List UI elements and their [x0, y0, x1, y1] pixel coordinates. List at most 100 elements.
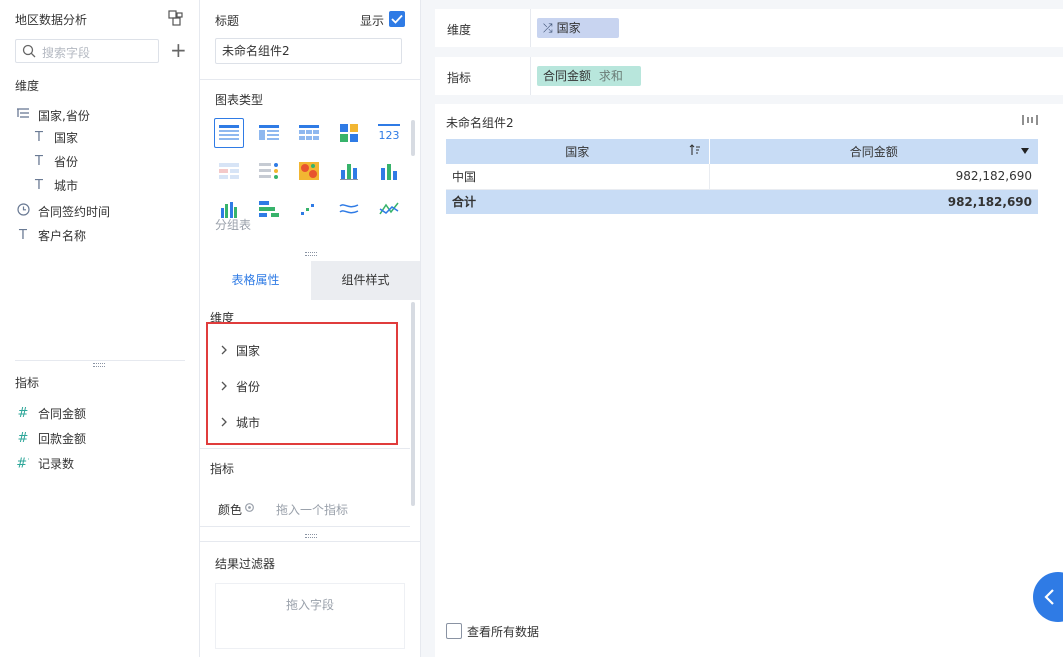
chevron-right-icon [220, 344, 228, 358]
gear-icon[interactable] [244, 502, 255, 516]
hash-icon: # [17, 405, 29, 421]
dimension-list-highlight: 国家 省份 城市 [206, 322, 398, 445]
resize-handle[interactable] [305, 252, 317, 256]
chart-type-line-icon[interactable] [374, 194, 404, 224]
field-search-input[interactable]: 搜索字段 [15, 39, 159, 63]
field-label: 合同签约时间 [38, 204, 111, 219]
metric-pill-contract-amount[interactable]: 合同金额 求和 [537, 66, 641, 86]
shuffle-icon: ⤮ [543, 21, 553, 35]
divider [530, 9, 531, 47]
show-title-checkbox[interactable] [389, 11, 405, 27]
view-all-data-label: 查看所有数据 [467, 625, 540, 639]
dimension-group-geo[interactable]: 国家,省份 [15, 106, 90, 124]
dimension-shelf[interactable]: 维度 ⤮ 国家 [435, 9, 1063, 47]
column-header-label: 合同金额 [849, 145, 898, 159]
chart-type-hint: 分组表 [215, 218, 252, 232]
view-all-data-checkbox[interactable] [446, 623, 462, 639]
chart-type-heat-table-icon[interactable] [214, 156, 244, 186]
table-header-row: 国家 合同金额 [446, 139, 1038, 164]
field-item-city[interactable]: T 城市 [31, 176, 78, 194]
field-item-record-count[interactable]: #· 记录数 [15, 454, 74, 472]
color-label: 颜色 [218, 503, 243, 517]
text-type-icon: T [35, 177, 43, 193]
table-total-row: 合计 982,182,690 [446, 189, 1038, 214]
chart-type-indicator-table-icon[interactable] [254, 156, 284, 186]
field-item-province[interactable]: T 省份 [31, 152, 78, 170]
field-item-contract-amount[interactable]: # 合同金额 [15, 404, 86, 422]
chart-type-cross-table-icon[interactable] [294, 118, 324, 148]
dimension-item-label: 国家 [236, 344, 261, 358]
chart-type-heatmap-icon[interactable] [294, 156, 324, 186]
hash-icon: # [17, 430, 29, 446]
chart-type-horizontal-bar-icon[interactable] [254, 194, 284, 224]
chart-type-color-table-icon[interactable] [334, 118, 364, 148]
dimension-item-country[interactable]: 国家 [220, 342, 260, 359]
field-label: 合同金额 [38, 406, 87, 421]
divider [530, 57, 531, 95]
chart-type-bar-icon[interactable] [374, 156, 404, 186]
chart-type-scatter-icon[interactable] [294, 194, 324, 224]
field-item-country[interactable]: T 国家 [31, 128, 78, 146]
table-cell-amount: 982,182,690 [709, 164, 1038, 190]
tab-component-style[interactable]: 组件样式 [311, 261, 420, 300]
field-item-payment-amount[interactable]: # 回款金额 [15, 429, 86, 447]
svg-text:123: 123 [379, 129, 400, 142]
dimension-item-city[interactable]: 城市 [220, 414, 260, 431]
field-item-customer[interactable]: T 客户名称 [15, 226, 86, 244]
hash-calc-icon: #· [16, 454, 30, 472]
field-label: 回款金额 [38, 431, 87, 446]
column-header-amount[interactable]: 合同金额 [709, 139, 1038, 164]
dataset-title: 地区数据分析 [15, 13, 88, 27]
metric-section-label: 指标 [210, 462, 235, 476]
resize-handle[interactable] [305, 534, 317, 538]
table-widget: 未命名组件2 国家 合同金额 中国 982,182,690 合计 982,182… [435, 104, 1063, 657]
dimension-section-label: 维度 [15, 79, 40, 93]
color-config-row[interactable]: 颜色 拖入一个指标 [210, 490, 410, 526]
filter-drop-zone[interactable]: 拖入字段 [215, 583, 405, 649]
chart-type-group-table-icon[interactable] [214, 118, 244, 148]
metric-shelf-label: 指标 [447, 71, 472, 85]
metric-shelf[interactable]: 指标 合同金额 求和 [435, 57, 1063, 95]
hierarchy-icon [15, 107, 31, 123]
data-table: 国家 合同金额 中国 982,182,690 合计 982,182,690 [446, 139, 1038, 214]
field-label: 国家 [54, 130, 79, 145]
tab-table-properties[interactable]: 表格属性 [200, 261, 311, 300]
sort-icon[interactable] [689, 144, 701, 159]
divider [200, 448, 410, 449]
search-placeholder: 搜索字段 [42, 46, 91, 60]
property-tabs: 表格属性 组件样式 [200, 261, 421, 300]
title-input[interactable]: 未命名组件2 [215, 38, 402, 64]
clock-icon [15, 202, 31, 220]
chart-type-detail-table-icon[interactable] [254, 118, 284, 148]
metric-pill-label: 合同金额 [543, 69, 592, 83]
chart-type-kpi-icon[interactable]: 123 [374, 118, 404, 148]
chart-types-scrollbar[interactable] [411, 120, 415, 156]
canvas-area: 维度 ⤮ 国家 指标 合同金额 求和 未命名组件2 国家 合同金额 中国 982… [421, 0, 1063, 657]
dimension-shelf-label: 维度 [447, 23, 472, 37]
chart-type-area-icon[interactable] [334, 194, 364, 224]
metric-pill-aggregation: 求和 [598, 69, 623, 83]
properties-scrollbar[interactable] [411, 302, 415, 506]
panel-divider [15, 360, 185, 361]
filter-drop-placeholder: 拖入字段 [286, 598, 335, 612]
title-label: 标题 [215, 14, 240, 28]
divider [200, 526, 410, 527]
copy-icon[interactable] [168, 10, 184, 26]
caret-down-icon[interactable] [1020, 145, 1030, 159]
dimension-item-label: 省份 [236, 380, 261, 394]
dimension-pill-label: 国家 [556, 21, 581, 35]
add-field-button[interactable]: + [170, 40, 187, 60]
dimension-item-province[interactable]: 省份 [220, 378, 260, 395]
result-filter-label: 结果过滤器 [215, 557, 276, 571]
chevron-right-icon [220, 416, 228, 430]
field-item-contract-date[interactable]: 合同签约时间 [15, 202, 110, 220]
column-width-icon[interactable] [1022, 114, 1038, 129]
field-label: 客户名称 [38, 228, 87, 243]
chart-type-stacked-bar-icon[interactable] [334, 156, 364, 186]
resize-handle[interactable] [93, 363, 105, 367]
dimension-pill-country[interactable]: ⤮ 国家 [537, 18, 619, 38]
field-panel: 地区数据分析 搜索字段 + 维度 国家,省份 T 国家 T 省份 T 城市 合同… [0, 0, 200, 657]
chevron-right-icon [220, 380, 228, 394]
column-header-country[interactable]: 国家 [446, 139, 710, 164]
search-icon [22, 44, 36, 61]
